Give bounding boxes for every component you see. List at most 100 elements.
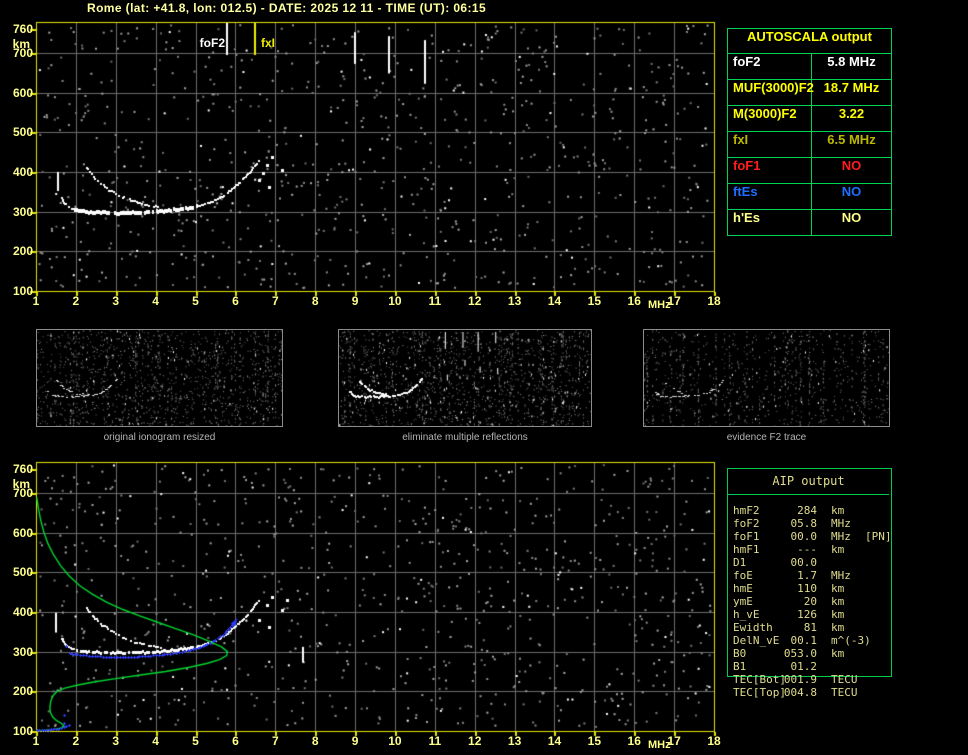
aip-row-value: 110: [797, 582, 817, 595]
aip-row-name: B1: [733, 660, 747, 673]
aip-row: D1 00.0: [727, 556, 902, 569]
autoscala-row: M(3000)F2 3.22: [728, 105, 891, 131]
aip-row-value: 20: [803, 595, 817, 608]
aip-row: B1 01.2: [727, 660, 902, 673]
main-plot-x-unit: MHz: [648, 299, 671, 311]
aip-row-value: 00.0: [790, 530, 818, 543]
profile-plot-x-tick: 15: [587, 734, 602, 748]
aip-row-extra: [PN]: [865, 530, 892, 543]
profile-plot-y-tick: 100: [12, 724, 33, 738]
main-plot-y-tick: 100: [12, 284, 33, 298]
aip-row-value: 00.0: [790, 556, 818, 569]
aip-row-unit: km: [831, 543, 845, 556]
aip-row-unit: km: [831, 608, 845, 621]
aip-row-name: foF1: [733, 530, 760, 543]
autoscala-table-header: AUTOSCALA output: [747, 29, 872, 44]
aip-table: AIP output hmF2 284 km foF2 05.8 MHz foF1 00.0 M…: [727, 468, 902, 708]
autoscala-row-value: 6.5 MHz: [827, 132, 876, 147]
aip-row-unit: km: [831, 621, 845, 634]
profile-plot-y-tick: 200: [12, 684, 33, 699]
aip-row-unit: km: [831, 504, 845, 517]
main-plot-x-tick: 12: [468, 294, 482, 308]
aip-row-name: hmE: [733, 582, 753, 595]
profile-plot-y-tick: 760: [12, 462, 33, 476]
aip-row: hmF2 284 km: [727, 504, 902, 517]
thumbnail-original-ionogram: [36, 329, 283, 427]
aip-row-name: foE: [733, 569, 753, 582]
main-plot-x-tick: 9: [351, 294, 359, 308]
aip-row-value: ---: [797, 543, 817, 556]
aip-row-name: hmF1: [733, 543, 760, 556]
aip-row-unit: TECU: [831, 686, 858, 699]
aip-row-name: hmF2: [733, 504, 760, 517]
autoscala-row-value: NO: [841, 210, 862, 225]
main-plot-x-tick: 3: [112, 294, 120, 308]
aip-row-value: 053.0: [783, 647, 817, 660]
autoscala-row: foF2 5.8 MHz: [728, 53, 891, 79]
profile-plot-y-tick: 300: [12, 644, 33, 659]
autoscala-row-label: h'Es: [728, 210, 812, 235]
profile-plot-x-tick: 2: [72, 734, 80, 748]
profile-plot-x-tick: 13: [507, 734, 522, 748]
main-plot-x-tick: 10: [388, 294, 402, 308]
autoscala-row-value: 5.8 MHz: [827, 54, 876, 69]
profile-ionogram-canvas: [26, 454, 726, 750]
aip-row-value: 00.1: [790, 634, 818, 647]
aip-row: B0 053.0 km: [727, 647, 902, 660]
aip-row-unit: km: [831, 582, 845, 595]
profile-plot-x-tick: 4: [152, 734, 159, 748]
aip-row-value: 001.9: [783, 673, 817, 686]
aip-table-divider: [728, 494, 889, 495]
main-plot-y-tick: 200: [12, 244, 33, 259]
main-plot-y-tick: 760: [12, 22, 33, 36]
main-plot-x-tick: 4: [152, 294, 159, 308]
main-plot-x-tick: 8: [311, 294, 319, 308]
autoscala-row-label: ftEs: [728, 184, 812, 209]
autoscala-row: h'Es NO: [728, 209, 891, 235]
main-plot-x-tick: 13: [507, 294, 522, 308]
aip-row-name: ymE: [733, 595, 753, 608]
aip-row: TEC[Bot] 001.9 TECU: [727, 673, 902, 686]
main-plot-x-tick: 6: [232, 294, 239, 308]
profile-plot-y-unit: km: [12, 477, 30, 491]
main-ionogram-canvas: [26, 14, 726, 310]
main-plot-y-unit: km: [12, 37, 30, 51]
aip-row-value: 05.8: [790, 517, 818, 530]
profile-plot-x-tick: 10: [388, 734, 402, 748]
aip-row: h_vE 126 km: [727, 608, 902, 621]
autoscala-table: AUTOSCALA output foF2 5.8 MHz MUF(3000)F2 1…: [727, 28, 892, 236]
thumbnail-caption-original: original ionogram resized: [103, 432, 216, 443]
aip-row-name: D1: [733, 556, 747, 569]
main-plot-x-tick: 2: [72, 294, 80, 308]
profile-plot-x-tick: 12: [468, 734, 482, 748]
autoscala-row-value: NO: [841, 184, 862, 199]
aip-row: hmF1 --- km: [727, 543, 902, 556]
profile-plot-x-tick: 9: [351, 734, 359, 748]
main-plot-x-tick: 11: [428, 294, 442, 308]
main-plot-y-tick: 600: [12, 85, 33, 100]
aip-row: DelN_vE 00.1 m^(-3): [727, 634, 902, 647]
aip-row: foF2 05.8 MHz: [727, 517, 902, 530]
aip-row-value: 1.7: [797, 569, 817, 582]
autoscala-row-value: 18.7 MHz: [823, 80, 880, 95]
fxi-marker-label: fxI: [261, 36, 276, 50]
thumbnail-evidence-f2-trace: [643, 329, 890, 427]
main-plot-x-tick: 14: [547, 294, 562, 308]
autoscala-row-label: foF1: [728, 158, 812, 183]
main-plot-x-tick: 15: [587, 294, 602, 308]
aip-row-unit: MHz: [831, 530, 851, 543]
aip-row: ymE 20 km: [727, 595, 902, 608]
aip-row-value: 284: [797, 504, 817, 517]
aip-row-value: 01.2: [790, 660, 818, 673]
autoscala-row: foF1 NO: [728, 157, 891, 183]
profile-plot-x-tick: 11: [428, 734, 442, 748]
profile-plot-y-tick: 500: [12, 565, 33, 580]
autoscala-row-label: fxI: [728, 132, 812, 157]
profile-plot-x-unit: MHz: [648, 739, 671, 751]
profile-plot-x-tick: 6: [232, 734, 239, 748]
aip-row: TEC[Top] 004.8 TECU: [727, 686, 902, 699]
main-plot-y-tick: 500: [12, 125, 33, 140]
autoscala-row: MUF(3000)F2 18.7 MHz: [728, 79, 891, 105]
aip-row-value: 004.8: [783, 686, 817, 699]
main-plot-y-tick: 400: [12, 164, 33, 179]
